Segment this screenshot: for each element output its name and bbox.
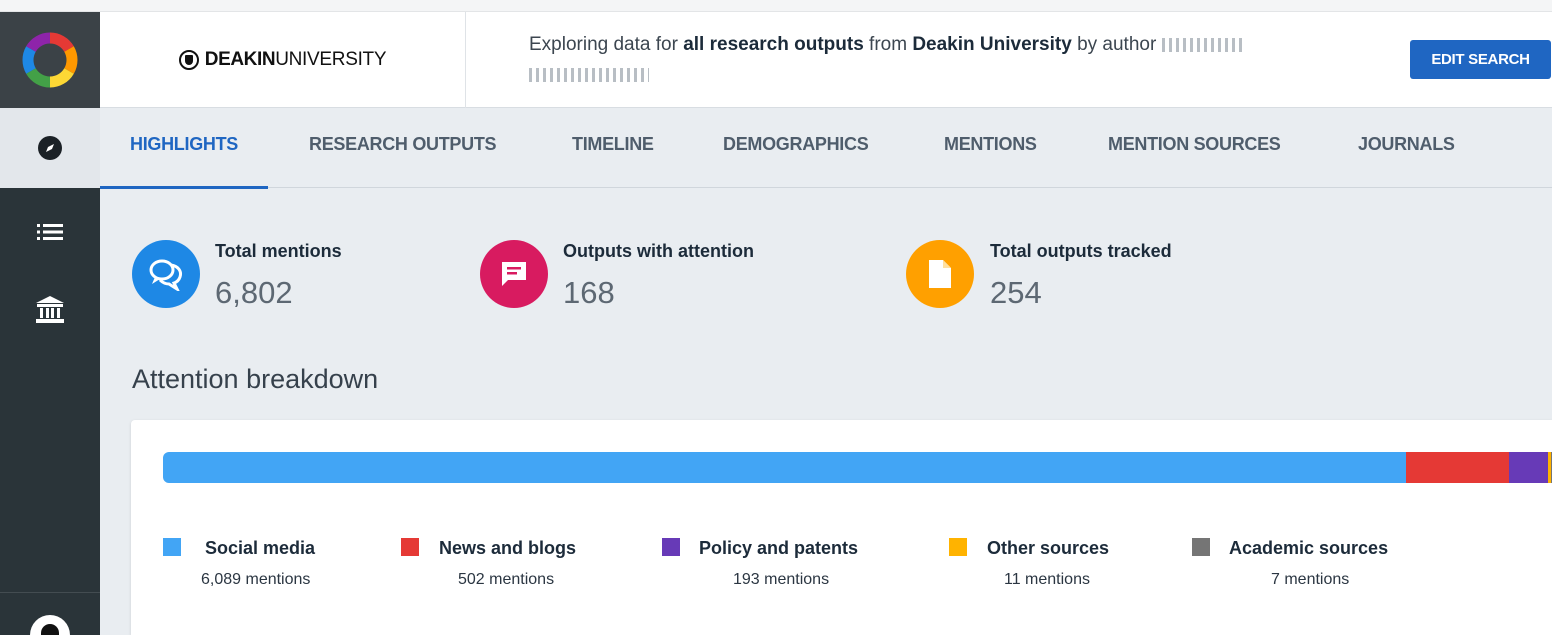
tab-bar: HIGHLIGHTS RESEARCH OUTPUTS TIMELINE DEM… <box>100 108 1552 189</box>
stat-total-outputs-label: Total outputs tracked <box>990 241 1172 261</box>
browser-top-strip <box>0 0 1552 12</box>
legend-count-social-media: 6,089 mentions <box>201 571 311 588</box>
legend-count-policy-patents: 193 mentions <box>733 571 830 588</box>
chat-bubbles-icon <box>132 240 200 308</box>
message-icon <box>480 240 548 308</box>
legend-label-academic-sources[interactable]: Academic sources <box>1229 538 1388 559</box>
institution-brand: DEAKIN UNIVERSITY <box>100 12 466 108</box>
bar-segment-news-blogs <box>1406 452 1509 483</box>
stat-total-mentions-value: 6,802 <box>215 275 293 310</box>
brand-name-bold: DEAKIN <box>204 49 276 70</box>
legend-count-other-sources: 11 mentions <box>1004 571 1090 588</box>
bar-segment-policy-patents <box>1508 452 1549 483</box>
compass-icon <box>38 136 62 160</box>
redacted-author-name <box>1161 37 1242 52</box>
user-icon[interactable] <box>30 615 70 635</box>
header: DEAKIN UNIVERSITY Exploring data for all… <box>100 12 1552 108</box>
legend-count-academic-sources: 7 mentions <box>1271 571 1350 588</box>
legend-label-other-sources[interactable]: Other sources <box>987 538 1109 559</box>
stat-total-outputs-value: 254 <box>990 275 1042 310</box>
stat-total-mentions-label: Total mentions <box>215 241 342 261</box>
sidebar <box>0 12 100 635</box>
legend-count-news-blogs: 502 mentions <box>458 571 555 588</box>
attention-breakdown-card: Social media 6,089 mentions News and blo… <box>131 420 1552 635</box>
brand-name-light: UNIVERSITY <box>275 49 387 70</box>
redacted-author-name-continued <box>529 67 649 82</box>
legend-swatch-policy-patents <box>662 538 680 556</box>
document-icon <box>906 240 974 308</box>
tab-mention-sources[interactable]: MENTION SOURCES <box>1108 108 1281 188</box>
legend-label-social-media[interactable]: Social media <box>205 538 315 559</box>
bar-segment-social-media <box>163 452 1407 483</box>
tab-mentions[interactable]: MENTIONS <box>944 108 1037 188</box>
legend-swatch-academic-sources <box>1192 538 1210 556</box>
list-icon <box>37 224 63 240</box>
sidebar-item-list[interactable] <box>0 217 100 247</box>
sidebar-divider <box>0 592 100 593</box>
search-description: Exploring data for all research outputs … <box>529 30 1369 90</box>
legend-label-news-blogs[interactable]: News and blogs <box>439 538 576 559</box>
institution-icon <box>36 296 64 323</box>
edit-search-button[interactable]: EDIT SEARCH <box>1410 40 1551 79</box>
stat-outputs-attention-label: Outputs with attention <box>563 241 754 261</box>
legend-label-policy-patents[interactable]: Policy and patents <box>699 538 858 559</box>
stat-outputs-attention-value: 168 <box>563 275 615 310</box>
attention-breakdown-title: Attention breakdown <box>132 364 379 394</box>
tab-demographics[interactable]: DEMOGRAPHICS <box>723 108 869 188</box>
sidebar-item-explore[interactable] <box>0 108 100 188</box>
attention-breakdown-bar <box>163 452 1552 483</box>
sidebar-item-institution[interactable] <box>0 290 100 330</box>
legend-swatch-news-blogs <box>401 538 419 556</box>
tab-highlights[interactable]: HIGHLIGHTS <box>100 108 268 189</box>
tab-journals[interactable]: JOURNALS <box>1358 108 1455 188</box>
deakin-crest-icon <box>178 50 199 70</box>
legend-swatch-social-media <box>163 538 181 556</box>
tab-timeline[interactable]: TIMELINE <box>572 108 654 188</box>
tab-research-outputs[interactable]: RESEARCH OUTPUTS <box>309 108 497 188</box>
altmetric-logo[interactable] <box>0 12 100 108</box>
legend-swatch-other-sources <box>949 538 967 556</box>
